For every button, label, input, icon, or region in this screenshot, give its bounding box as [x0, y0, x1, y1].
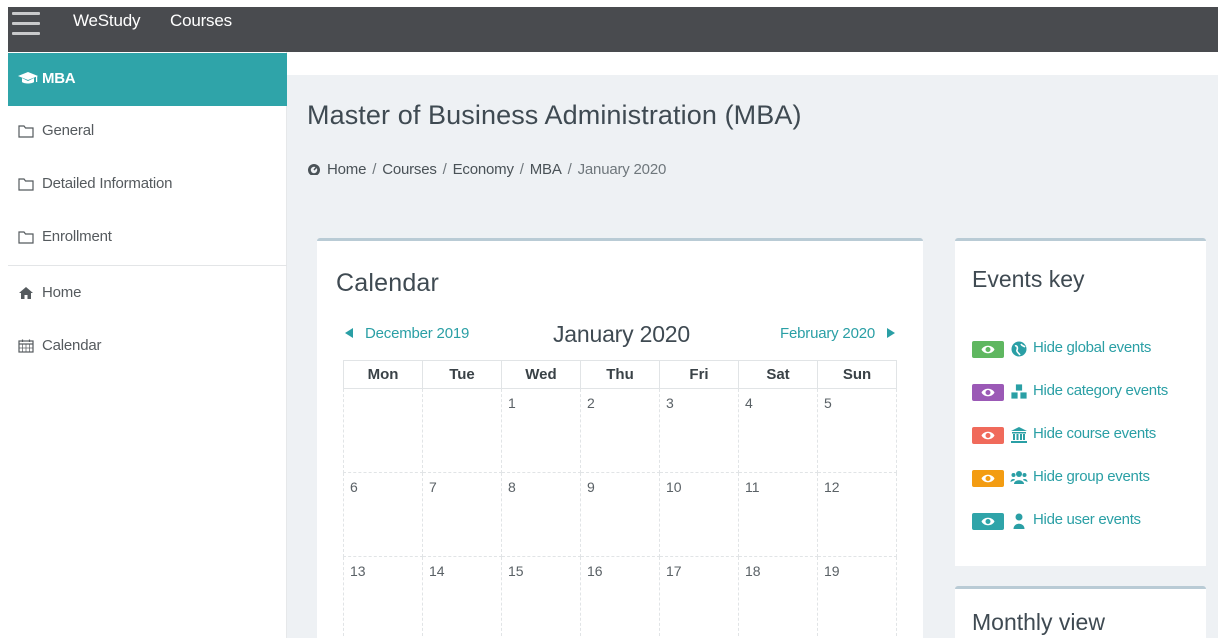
- calendar-day[interactable]: 5: [817, 388, 897, 473]
- next-month-label: February 2020: [780, 325, 875, 342]
- brand-link[interactable]: WeStudy: [73, 11, 140, 31]
- eye-icon: [972, 427, 1004, 444]
- sidebar-item-label: MBA: [42, 70, 76, 87]
- event-type-label: Hide course events: [1033, 425, 1157, 442]
- eye-icon: [972, 513, 1004, 530]
- breadcrumb-separator: /: [372, 161, 377, 178]
- hamburger-menu-icon[interactable]: [12, 11, 40, 37]
- event-type-label: Hide category events: [1033, 382, 1168, 399]
- breadcrumb: Home / Courses / Economy / MBA / January 2020: [307, 161, 666, 178]
- breadcrumb-courses[interactable]: Courses: [382, 161, 437, 178]
- weekday-header: Sat: [738, 360, 818, 389]
- calendar-day-empty: [343, 388, 423, 473]
- breadcrumb-mba[interactable]: MBA: [530, 161, 562, 178]
- current-month-heading: January 2020: [553, 321, 690, 347]
- eye-icon: [972, 470, 1004, 487]
- sidebar-item-label: Detailed Information: [42, 175, 173, 192]
- calendar-day[interactable]: 6: [343, 472, 423, 557]
- monthly-view-card: Monthly view: [955, 586, 1206, 638]
- sidebar-item-label: General: [42, 122, 94, 139]
- calendar-day[interactable]: 12: [817, 472, 897, 557]
- calendar-day[interactable]: 9: [580, 472, 660, 557]
- calendar-day[interactable]: 7: [422, 472, 502, 557]
- navbar-bar: WeStudy Courses: [8, 7, 1218, 52]
- folder-icon: [18, 125, 34, 138]
- calendar-day[interactable]: 13: [343, 556, 423, 638]
- weekday-header: Thu: [580, 360, 660, 389]
- calendar-day[interactable]: 16: [580, 556, 660, 638]
- weekday-header: Sun: [817, 360, 897, 389]
- breadcrumb-separator: /: [442, 161, 447, 178]
- calendar-day-empty: [422, 388, 502, 473]
- calendar-day[interactable]: 17: [659, 556, 739, 638]
- next-month-link[interactable]: February 2020: [780, 325, 895, 342]
- calendar-title: Calendar: [336, 269, 440, 297]
- prev-month-link[interactable]: December 2019: [345, 325, 469, 342]
- event-type-label: Hide group events: [1033, 468, 1150, 485]
- university-icon: [1011, 427, 1027, 443]
- home-icon: [19, 287, 33, 299]
- folder-icon: [18, 178, 34, 191]
- weekday-header: Fri: [659, 360, 739, 389]
- event-type-label: Hide global events: [1033, 339, 1152, 356]
- breadcrumb-economy[interactable]: Economy: [453, 161, 514, 178]
- eye-icon: [972, 341, 1004, 358]
- user-icon: [1013, 513, 1025, 529]
- breadcrumb-home[interactable]: Home: [327, 161, 366, 178]
- calendar-day[interactable]: 19: [817, 556, 897, 638]
- cubes-icon: [1010, 383, 1028, 400]
- sidebar-item-label: Calendar: [42, 337, 102, 354]
- users-icon: [1010, 471, 1028, 484]
- dashboard-icon: [308, 164, 320, 175]
- page-title: Master of Business Administration (MBA): [307, 100, 802, 130]
- weekday-header: Wed: [501, 360, 581, 389]
- sidebar-divider: [8, 265, 287, 266]
- breadcrumb-separator: /: [567, 161, 572, 178]
- calendar-day[interactable]: 3: [659, 388, 739, 473]
- events-key-card: Events key Hide global events Hide categ…: [955, 238, 1206, 566]
- sidebar-item-mba[interactable]: MBA: [8, 53, 287, 106]
- breadcrumb-separator: /: [519, 161, 524, 178]
- eye-icon: [972, 384, 1004, 401]
- weekday-header: Mon: [343, 360, 423, 389]
- event-type-label: Hide user events: [1033, 511, 1141, 528]
- calendar-day[interactable]: 4: [738, 388, 818, 473]
- calendar-icon: [18, 339, 34, 353]
- graduation-cap-icon: [18, 72, 38, 84]
- monthly-view-title: Monthly view: [972, 609, 1105, 635]
- top-navbar: WeStudy Courses: [0, 0, 1218, 52]
- folder-icon: [18, 231, 34, 244]
- main-content: Master of Business Administration (MBA) …: [287, 52, 1218, 638]
- calendar-day[interactable]: 1: [501, 388, 581, 473]
- calendar-day[interactable]: 2: [580, 388, 660, 473]
- globe-icon: [1011, 341, 1027, 357]
- sidebar-item-label: Home: [42, 284, 82, 301]
- sidebar-item-label: Enrollment: [42, 228, 112, 245]
- arrow-left-icon: [345, 328, 353, 338]
- calendar-day[interactable]: 11: [738, 472, 818, 557]
- calendar-grid: Mon Tue Wed Thu Fri Sat Sun 1 2 3 4 5 6 …: [343, 360, 897, 638]
- calendar-day[interactable]: 15: [501, 556, 581, 638]
- prev-month-label: December 2019: [365, 325, 470, 342]
- left-sidebar: MBA General Detailed Information Enrollm…: [0, 52, 287, 638]
- breadcrumb-current: January 2020: [577, 161, 667, 178]
- calendar-day[interactable]: 8: [501, 472, 581, 557]
- courses-nav-link[interactable]: Courses: [170, 11, 232, 31]
- calendar-day[interactable]: 18: [738, 556, 818, 638]
- calendar-card: Calendar December 2019 January 2020 Febr…: [317, 238, 923, 638]
- calendar-day[interactable]: 14: [422, 556, 502, 638]
- arrow-right-icon: [887, 328, 895, 338]
- calendar-day[interactable]: 10: [659, 472, 739, 557]
- events-key-title: Events key: [972, 266, 1085, 292]
- weekday-header: Tue: [422, 360, 502, 389]
